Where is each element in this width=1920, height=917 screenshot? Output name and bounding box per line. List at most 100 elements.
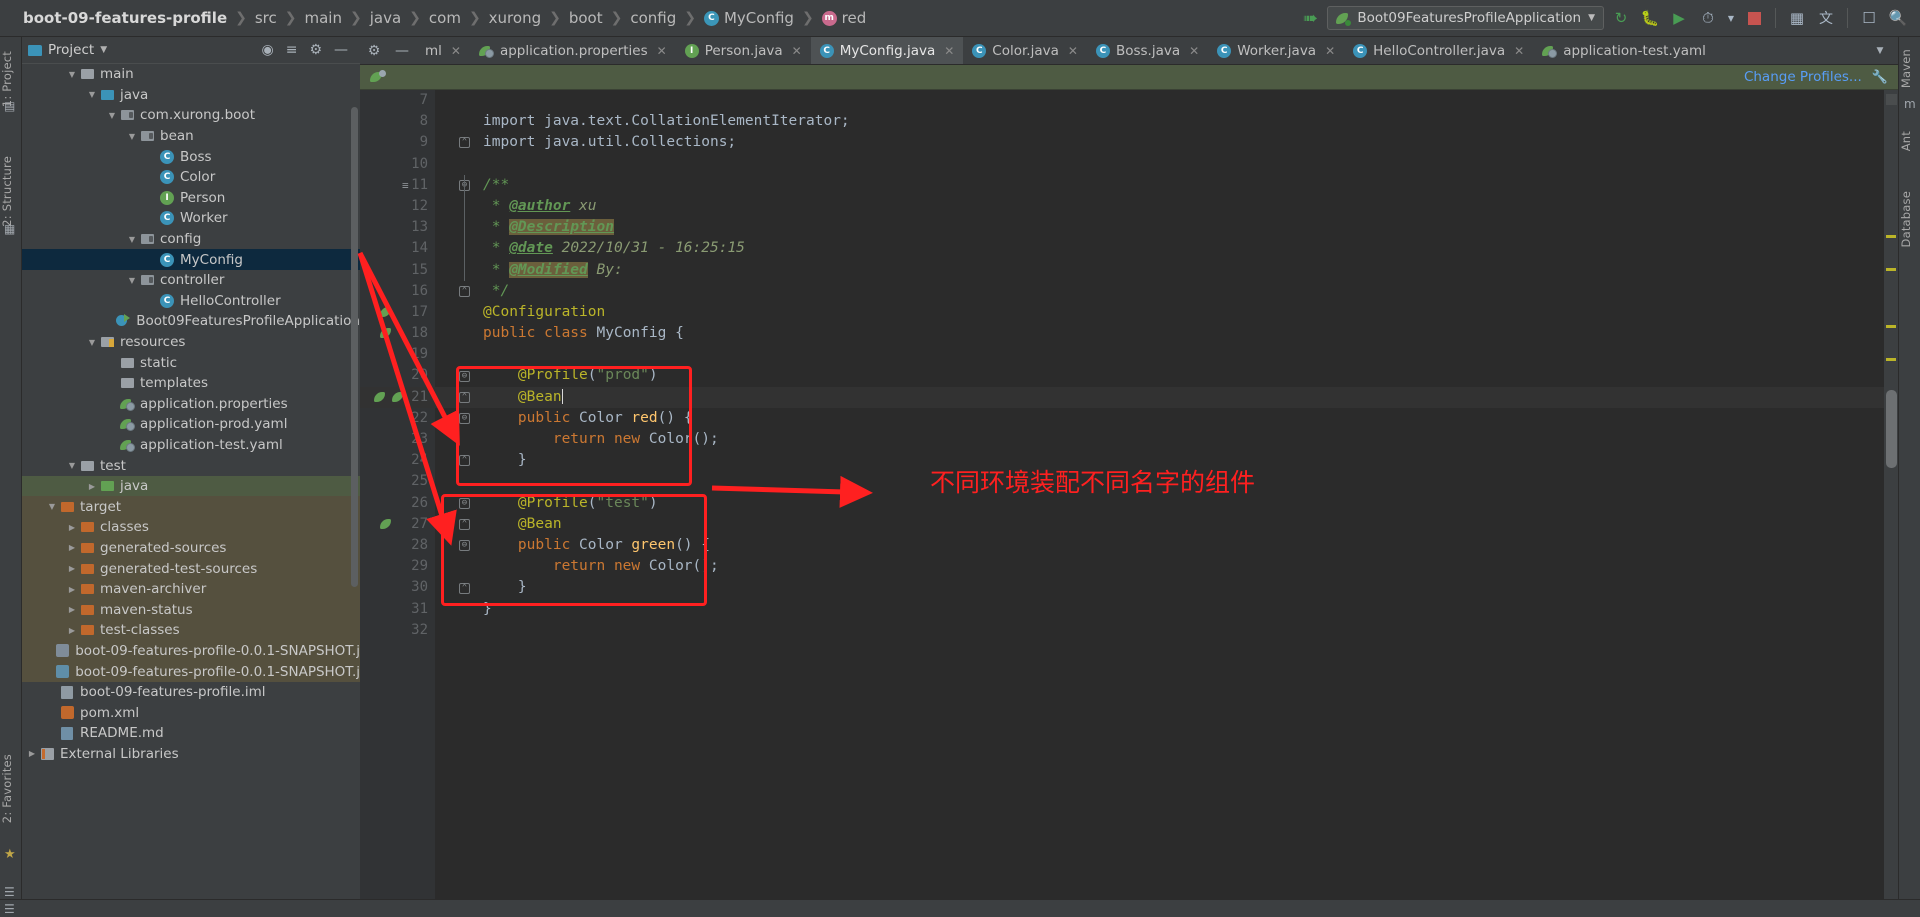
tree-node-boot09featuresprofileapplication[interactable]: · Boot09FeaturesProfileApplication (22, 311, 360, 332)
code-line-29[interactable]: return new Color(); (435, 556, 1898, 577)
chevron-right-icon[interactable]: ▶ (68, 626, 76, 635)
breadcrumb-item-myconfig[interactable]: C MyConfig (699, 9, 799, 27)
gutter-line-19[interactable]: 19 (360, 344, 435, 365)
code-line-15[interactable]: * @Modified By: (435, 260, 1898, 281)
back-arrow-icon[interactable]: ➠ (1298, 6, 1322, 30)
tree-node-readme-md[interactable]: · README.md (22, 723, 360, 744)
close-icon[interactable]: ✕ (944, 44, 954, 58)
tree-node-java[interactable]: ▶ java (22, 475, 360, 497)
breadcrumb-item-main[interactable]: main (300, 9, 347, 27)
gutter-line-28[interactable]: 28 (360, 535, 435, 556)
tree-node-color[interactable]: · C Color (22, 167, 360, 188)
tree-node-com-xurong-boot[interactable]: ▼ com.xurong.boot (22, 105, 360, 126)
gutter-line-22[interactable]: 22 (360, 408, 435, 429)
code-line-11[interactable]: /** (435, 175, 1898, 196)
code-fold-toggle[interactable]: ⊖ (459, 413, 470, 424)
chevron-right-icon[interactable]: ▶ (88, 482, 96, 491)
editor-tab-color-java[interactable]: C Color.java ✕ (963, 37, 1087, 64)
tool-window-structure[interactable]: 2: Structure (0, 152, 22, 231)
tree-node-application-properties[interactable]: · application.properties (22, 394, 360, 415)
editor-tab-boss-java[interactable]: C Boss.java ✕ (1087, 37, 1208, 64)
close-icon[interactable]: ✕ (792, 44, 802, 58)
editor-tab-application-properties[interactable]: application.properties ✕ (470, 37, 676, 64)
tree-node-templates[interactable]: · templates (22, 373, 360, 394)
chevron-down-icon[interactable]: ▼ (68, 70, 76, 79)
bottom-tool-icon[interactable]: ☰ (4, 885, 15, 899)
tree-node-config[interactable]: ▼ config (22, 229, 360, 250)
chevron-down-icon[interactable]: ▼ (48, 502, 56, 511)
profiler-dropdown-icon[interactable]: ▼ (1725, 6, 1737, 30)
code-fold-toggle[interactable]: ⊖ (459, 540, 470, 552)
gutter-line-13[interactable]: 13 (360, 217, 435, 238)
gutter-line-31[interactable]: 31 (360, 599, 435, 620)
settings-gear-icon[interactable]: ⚙ (309, 42, 322, 58)
tree-node-hellocontroller[interactable]: · C HelloController (22, 291, 360, 312)
override-bean-icon[interactable] (380, 518, 393, 530)
tree-node-generated-sources[interactable]: ▶ generated-sources (22, 537, 360, 559)
tree-node-maven-archiver[interactable]: ▶ maven-archiver (22, 578, 360, 600)
gutter-line-26[interactable]: 26 (360, 493, 435, 514)
tree-node-resources[interactable]: ▼ resources (22, 332, 360, 353)
gutter-line-30[interactable]: 30 (360, 577, 435, 598)
code-line-17[interactable]: @Configuration (435, 302, 1898, 323)
code-fold-toggle[interactable]: ⌃ (459, 582, 470, 594)
code-line-32[interactable] (435, 620, 1898, 641)
chevron-right-icon[interactable]: ▶ (68, 605, 76, 614)
tree-node-controller[interactable]: ▼ controller (22, 270, 360, 291)
breadcrumb-item-config[interactable]: config (625, 9, 681, 27)
gutter-line-17[interactable]: 17 (360, 302, 435, 323)
editor-settings-icon[interactable]: ⚙ (360, 37, 388, 64)
gutter-line-9[interactable]: 9 (360, 132, 435, 153)
project-files-icon[interactable]: ▤ (4, 99, 15, 113)
code-line-9[interactable]: import java.util.Collections; (435, 132, 1898, 153)
editor-vertical-scrollbar[interactable] (1886, 390, 1897, 468)
code-line-14[interactable]: * @date 2022/10/31 - 16:25:15 (435, 238, 1898, 259)
code-line-19[interactable] (435, 344, 1898, 365)
breadcrumb-item-red[interactable]: m red (817, 9, 872, 27)
gutter-line-18[interactable]: 18 (360, 323, 435, 344)
code-line-30[interactable]: } (435, 577, 1898, 598)
code-line-13[interactable]: * @Description (435, 217, 1898, 238)
breadcrumb-item-com[interactable]: com (424, 9, 466, 27)
breadcrumb-item-java[interactable]: java (365, 9, 406, 27)
editor-tab-ml[interactable]: ml ✕ (416, 37, 470, 64)
tree-node-test-classes[interactable]: ▶ test-classes (22, 620, 360, 641)
editor-tab-worker-java[interactable]: C Worker.java ✕ (1208, 37, 1344, 64)
gutter-line-15[interactable]: 15 (360, 260, 435, 281)
gutter-line-8[interactable]: 8 (360, 111, 435, 132)
code-fold-toggle[interactable]: ⌃ (459, 285, 470, 297)
gutter-line-29[interactable]: 29 (360, 556, 435, 577)
spring-bean-icon[interactable] (392, 391, 405, 403)
tree-node-pom-xml[interactable]: · pom.xml (22, 702, 360, 723)
tree-node-external-libraries[interactable]: ▶ External Libraries (22, 744, 360, 765)
hide-panel-icon[interactable]: — (334, 42, 348, 58)
code-fold-toggle[interactable]: ⌃ (459, 455, 470, 467)
tree-node-boot-09-features-profile-iml[interactable]: · boot-09-features-profile.iml (22, 682, 360, 703)
tree-node-person[interactable]: · I Person (22, 188, 360, 209)
translate-icon[interactable]: 文 (1814, 6, 1838, 30)
gutter-line-11[interactable]: 11 (360, 175, 435, 196)
gutter-line-23[interactable]: 23 (360, 429, 435, 450)
override-bean-icon[interactable] (374, 391, 387, 403)
tree-node-boss[interactable]: · C Boss (22, 146, 360, 167)
gutter-line-16[interactable]: 16 (360, 281, 435, 302)
tool-window-favorites[interactable]: 2: Favorites (0, 750, 22, 827)
gutter-line-10[interactable]: 10 (360, 154, 435, 175)
chevron-down-icon[interactable]: ▼ (68, 461, 76, 470)
code-line-23[interactable]: return new Color(); (435, 429, 1898, 450)
code-line-7[interactable] (435, 90, 1898, 111)
javadoc-marker-icon[interactable]: ≡ (402, 179, 409, 192)
gutter-line-7[interactable]: 7 (360, 90, 435, 111)
favorites-star-icon[interactable]: ★ (4, 847, 16, 862)
code-line-20[interactable]: @Profile("prod") (435, 365, 1898, 386)
tree-node-static[interactable]: · static (22, 352, 360, 373)
services-icon[interactable]: ▦ (1785, 6, 1809, 30)
project-tree-scrollbar[interactable] (351, 107, 358, 587)
tree-node-application-test-yaml[interactable]: · application-test.yaml (22, 435, 360, 456)
gutter-line-27[interactable]: 27 (360, 514, 435, 535)
editor-tab-hellocontroller-java[interactable]: C HelloController.java ✕ (1344, 37, 1533, 64)
editor-marker-bar[interactable] (1884, 90, 1898, 917)
change-profiles-link[interactable]: Change Profiles... (1744, 69, 1862, 85)
project-tree[interactable]: ▼main▼java▼com.xurong.boot▼bean·CBoss·CC… (22, 63, 360, 917)
code-fold-toggle[interactable]: ⌃ (459, 519, 470, 530)
